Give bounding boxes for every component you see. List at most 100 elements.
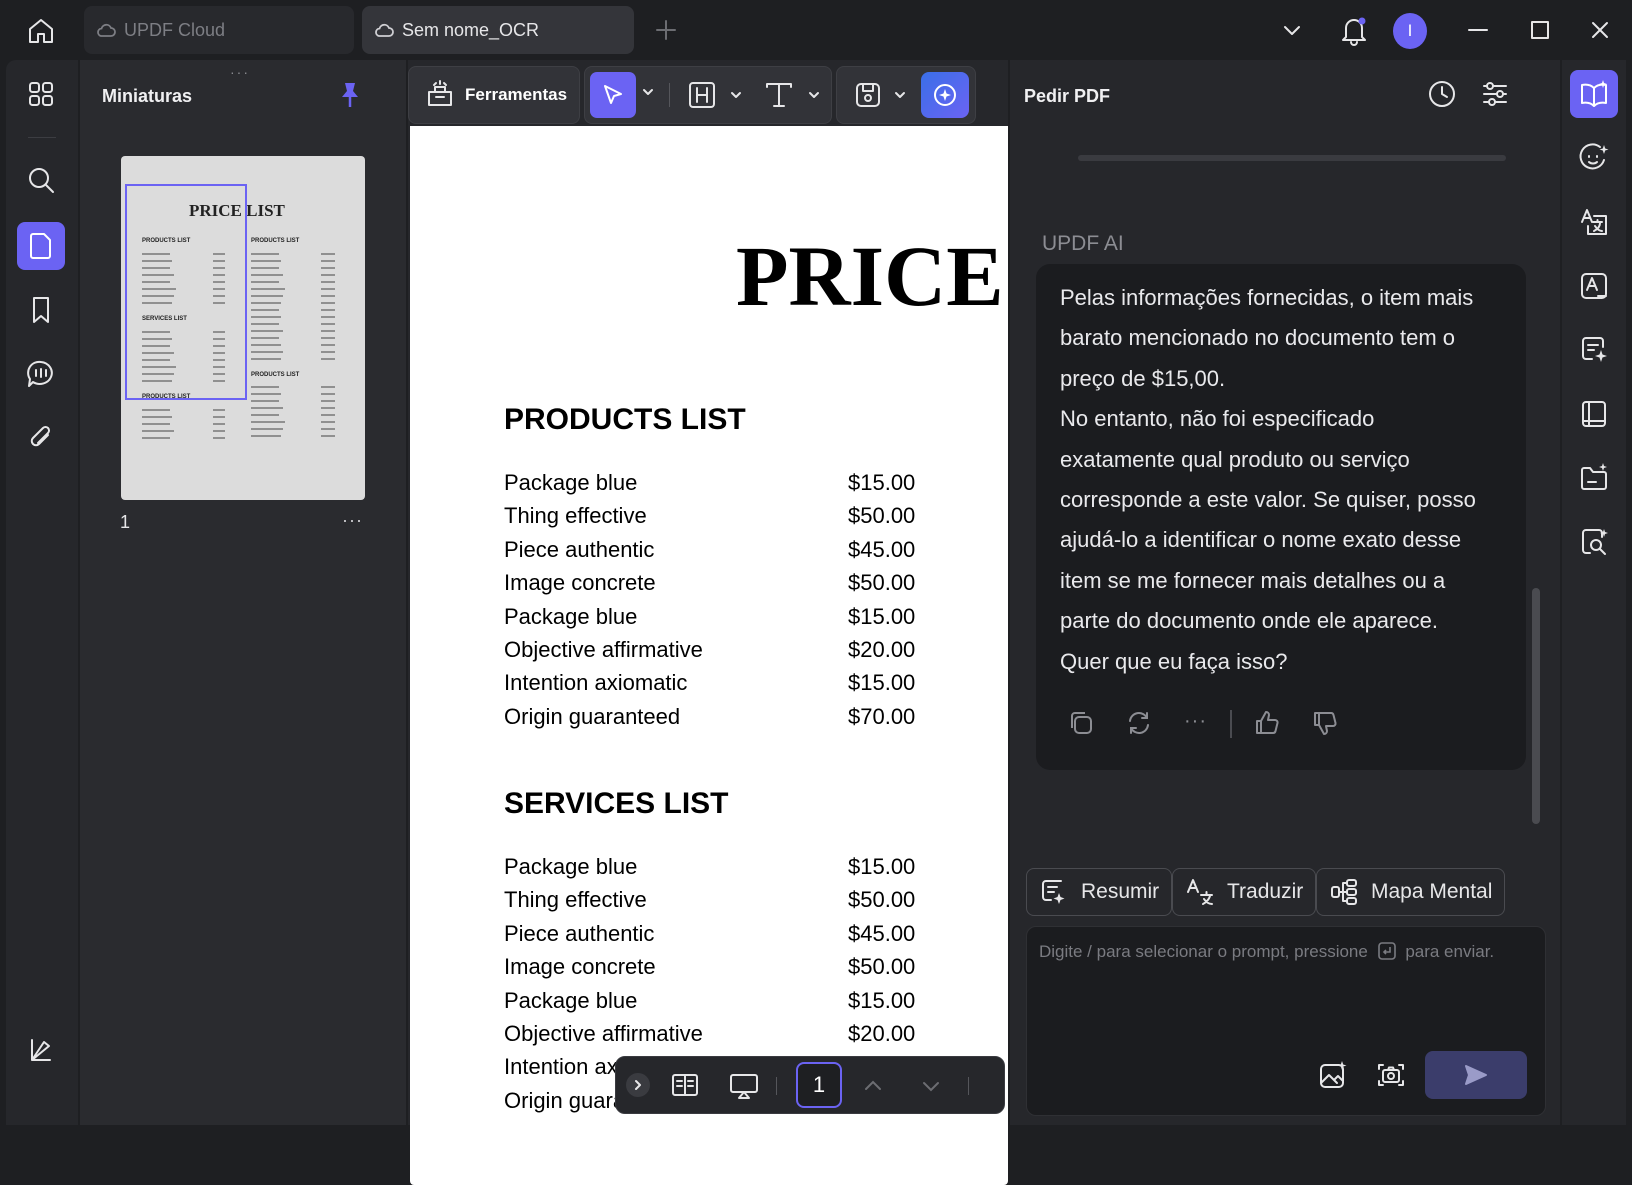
item-price: $50.00 xyxy=(848,570,916,596)
thumbnails-page-icon[interactable] xyxy=(17,222,65,270)
chevron-right-icon[interactable] xyxy=(626,1073,650,1097)
comments-icon[interactable] xyxy=(17,350,65,398)
translate-icon xyxy=(1187,879,1213,905)
chevron-down-icon[interactable] xyxy=(807,88,821,102)
editor-toolbar: Ferramentas xyxy=(408,60,1008,130)
send-button[interactable] xyxy=(1425,1051,1527,1099)
chat-scrollbar[interactable] xyxy=(1532,588,1540,824)
more-options-icon[interactable]: ··· xyxy=(1184,710,1207,733)
image-ai-icon[interactable] xyxy=(1317,1059,1349,1091)
price-row: Package blue $15.00 xyxy=(504,604,944,638)
thumbs-up-icon[interactable] xyxy=(1252,708,1282,738)
ai-notes-icon[interactable] xyxy=(1570,326,1618,374)
item-name: Image concrete xyxy=(504,954,656,980)
message-line: Quer que eu faça isso? xyxy=(1060,648,1288,674)
tools-label: Ferramentas xyxy=(465,85,568,104)
regenerate-icon[interactable] xyxy=(1124,708,1154,738)
item-name: Objective affirmative xyxy=(504,1021,703,1046)
tab-updf-cloud[interactable]: UPDF Cloud xyxy=(84,6,354,54)
item-name: Objective affirmative xyxy=(504,637,703,662)
history-clock-icon[interactable] xyxy=(1426,78,1458,110)
divider xyxy=(28,137,56,138)
ask-pdf-book-icon[interactable] xyxy=(1570,70,1618,118)
ai-message-text: Pelas informações fornecidas, o item mai… xyxy=(1060,278,1510,682)
summarize-button[interactable]: Resumir xyxy=(1026,868,1173,916)
placeholder-text: para enviar. xyxy=(1405,942,1495,961)
new-tab-plus-icon[interactable] xyxy=(652,16,680,44)
apps-grid-icon[interactable] xyxy=(17,70,65,118)
document-panel: Ferramentas PRICE PRODUCTS LIST Package … xyxy=(408,60,1008,1185)
save-icon[interactable] xyxy=(853,80,883,110)
divider xyxy=(1230,710,1232,738)
title-bar: UPDF Cloud Sem nome_OCR I xyxy=(0,0,1632,60)
toolbox-icon xyxy=(428,80,452,106)
thumbnails-panel: ··· Miniaturas PRICE LIST PRODUCTS LIST … xyxy=(80,60,406,1125)
chevron-down-icon[interactable] xyxy=(893,88,907,102)
price-row: Piece authentic $45.00 xyxy=(504,537,944,571)
settings-sliders-icon[interactable] xyxy=(1480,78,1510,110)
ai-assistant-icon[interactable] xyxy=(921,72,969,118)
message-line: corresponde a este valor. Se quiser, pos… xyxy=(1060,487,1476,513)
translate-button[interactable]: Traduzir xyxy=(1172,868,1317,916)
user-avatar[interactable]: I xyxy=(1393,13,1427,49)
item-price: $50.00 xyxy=(848,954,916,980)
minimize-icon[interactable] xyxy=(1458,12,1498,48)
pin-icon[interactable] xyxy=(338,80,362,110)
text-icon[interactable] xyxy=(763,80,795,110)
visible-area-indicator[interactable] xyxy=(125,184,247,400)
layers-icon[interactable] xyxy=(17,1026,65,1074)
price-row: Image concrete $50.00 xyxy=(504,954,944,988)
tab-label: UPDF Cloud xyxy=(124,19,226,40)
copy-icon[interactable] xyxy=(1066,708,1096,738)
page-number-input[interactable]: 1 xyxy=(796,1062,842,1108)
ai-folder-icon[interactable] xyxy=(1570,454,1618,502)
section-heading: PRODUCTS LIST xyxy=(504,403,746,436)
pdf-page[interactable]: PRICE LIST PRODUCTS LIST Package blue $15… xyxy=(410,126,1008,1185)
resize-grip[interactable]: ··· xyxy=(230,64,250,80)
ocr-text-icon[interactable] xyxy=(1570,262,1618,310)
attachment-icon[interactable] xyxy=(17,414,65,462)
item-price: $45.00 xyxy=(848,920,916,946)
prompt-placeholder: Digite / para selecionar o prompt, press… xyxy=(1039,941,1494,962)
left-tool-rail xyxy=(6,60,78,1125)
chevron-down-icon[interactable] xyxy=(729,88,743,102)
ai-search-icon[interactable] xyxy=(1570,518,1618,566)
chevron-down-icon[interactable] xyxy=(641,85,655,99)
search-icon[interactable] xyxy=(17,156,65,204)
mind-map-button[interactable]: Mapa Mental xyxy=(1316,868,1506,916)
notification-bell-icon[interactable] xyxy=(1334,12,1374,48)
prompt-input[interactable]: Digite / para selecionar o prompt, press… xyxy=(1026,926,1546,1116)
ai-chat-bot-icon[interactable] xyxy=(1570,134,1618,182)
page-layout-icon[interactable] xyxy=(670,1071,700,1099)
select-cursor-icon[interactable] xyxy=(590,72,636,118)
translate-text-icon[interactable] xyxy=(1570,198,1618,246)
tools-button[interactable]: Ferramentas xyxy=(408,66,580,124)
price-row: Package blue $15.00 xyxy=(504,470,944,504)
home-icon[interactable] xyxy=(22,14,60,48)
more-options-icon[interactable]: ··· xyxy=(342,510,363,531)
price-row: Image concrete $50.00 xyxy=(504,570,944,604)
close-icon[interactable] xyxy=(1580,12,1620,48)
ai-message: Pelas informações fornecidas, o item mai… xyxy=(1036,264,1526,770)
page-thumbnail[interactable]: PRICE LIST PRODUCTS LIST PRODUCTS LIST S… xyxy=(121,156,365,500)
reader-book-icon[interactable] xyxy=(1570,390,1618,438)
previous-page-icon[interactable] xyxy=(862,1075,884,1097)
ai-chat-panel: Pedir PDF UPDF AI Pelas informações forn… xyxy=(1010,60,1560,1125)
screenshot-camera-icon[interactable] xyxy=(1375,1059,1407,1091)
item-price: $20.00 xyxy=(848,637,916,662)
next-page-icon[interactable] xyxy=(920,1075,942,1097)
panel-title: Miniaturas xyxy=(102,86,193,106)
tab-document[interactable]: Sem nome_OCR xyxy=(362,6,634,54)
chevron-down-icon[interactable] xyxy=(1274,12,1310,48)
divider xyxy=(776,1077,777,1095)
item-name: Thing effective xyxy=(504,503,647,529)
mind-map-icon xyxy=(1331,879,1357,905)
heading-icon[interactable] xyxy=(687,80,717,110)
thumbs-down-icon[interactable] xyxy=(1310,708,1340,738)
bookmark-icon[interactable] xyxy=(17,286,65,334)
item-price: $20.00 xyxy=(848,1021,916,1046)
price-row: Package blue $15.00 xyxy=(504,854,944,888)
maximize-icon[interactable] xyxy=(1520,12,1560,48)
presentation-icon[interactable] xyxy=(728,1071,760,1101)
item-price: $15.00 xyxy=(848,670,916,696)
